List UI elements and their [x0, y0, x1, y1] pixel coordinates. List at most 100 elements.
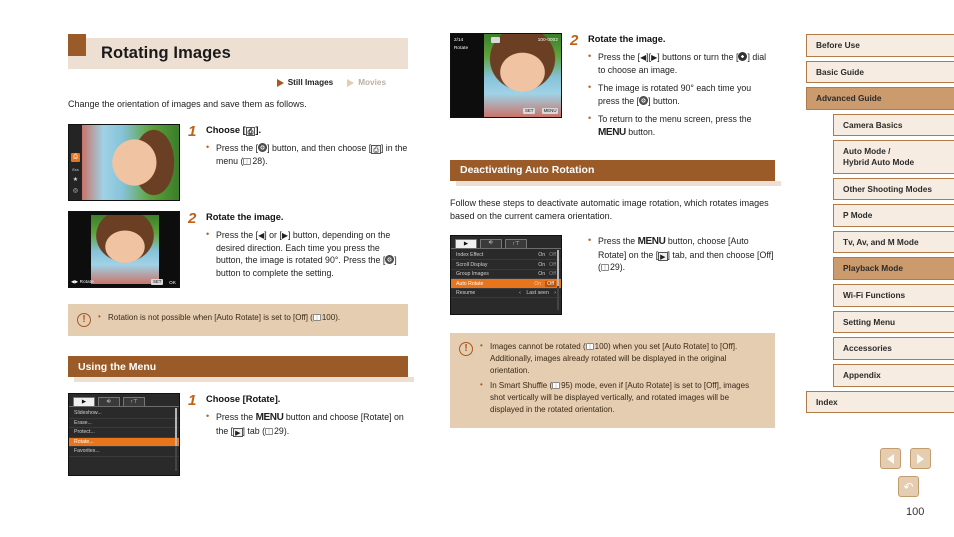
- sidebar-item-basic-guide[interactable]: Basic Guide: [806, 60, 954, 84]
- step-number: 2: [570, 32, 579, 49]
- rotate-mode-label: Rotate: [454, 45, 469, 50]
- section-header-using-the-menu: Using the Menu: [68, 356, 414, 383]
- page-ref-icon: [585, 342, 594, 350]
- media-still-images: Still Images: [276, 78, 333, 87]
- right-arrow-icon: [917, 453, 924, 464]
- page-ref-icon: [265, 428, 274, 436]
- photo-thumbnail: [82, 125, 179, 201]
- page-navigation: [880, 448, 931, 469]
- screenshot-rotate-edit: ◀▶ Rotate SET OK: [68, 211, 180, 289]
- next-page-button[interactable]: [910, 448, 931, 469]
- triangle-icon: [347, 78, 355, 87]
- sidebar-item-before-use[interactable]: Before Use: [806, 34, 954, 57]
- sidebar-item-tv-av-m-mode[interactable]: Tv, Av, and M Mode: [833, 230, 954, 254]
- page-ref-icon: [243, 157, 252, 165]
- middle-column: 2/14 Rotate 100-0002 SET MENU 2 Rotate t…: [450, 0, 781, 428]
- setup-tab: ↑⊤: [505, 238, 527, 248]
- sidebar-item-wifi-functions[interactable]: Wi-Fi Functions: [833, 284, 954, 307]
- step-right-block: 2/14 Rotate 100-0002 SET MENU 2 Rotate t…: [450, 33, 775, 146]
- battery-icon: [491, 37, 500, 43]
- step-1-bullets: Press the [] button, and then choose [⎙]…: [206, 141, 408, 167]
- media-type-indicators: Still Images Movies: [68, 78, 408, 87]
- menu-row: Group Images On Off: [451, 270, 561, 280]
- intro-paragraph: Change the orientation of images and sav…: [68, 99, 307, 109]
- rotate-icon: ⎙: [371, 145, 381, 155]
- caution-box-left: ! Rotation is not possible when [Auto Ro…: [68, 304, 408, 337]
- previous-page-button[interactable]: [880, 448, 901, 469]
- home-button[interactable]: ↶: [898, 476, 919, 497]
- step-right-heading: Rotate the image.: [588, 34, 666, 44]
- star-icon: ★: [72, 177, 79, 184]
- page-ref-icon: [600, 264, 609, 272]
- deactivating-intro: Follow these steps to deactivate automat…: [450, 197, 769, 221]
- menu-scrollbar: [557, 249, 559, 310]
- menu-rows: Slideshow... Erase... Protect... Rotate.…: [69, 407, 179, 457]
- bullet-item: Press the [◀] or [▶] button, depending o…: [206, 228, 408, 279]
- menu-row-selected: Rotate...: [69, 437, 179, 448]
- menu-row: Scroll Display On Off: [451, 260, 561, 270]
- func-set-icon: [639, 95, 649, 105]
- menu-row: Index Effect On Off: [451, 251, 561, 261]
- chapter-title-bar: Rotating Images: [68, 34, 408, 69]
- sidebar-item-playback-mode[interactable]: Playback Mode: [833, 257, 954, 281]
- menu-row-selected: Auto Rotate On Off: [451, 279, 561, 289]
- chapter-marker-square: [68, 34, 86, 56]
- sidebar-item-p-mode[interactable]: P Mode: [833, 204, 954, 227]
- exclamation-icon: !: [77, 313, 91, 328]
- ok-label: OK: [169, 280, 176, 286]
- step-number: 2: [188, 210, 197, 228]
- sidebar-item-index[interactable]: Index: [806, 390, 954, 414]
- left-column: Rotating Images Still Images Movies Chan…: [68, 0, 414, 477]
- caution-box-right: ! Images cannot be rotated (100) when yo…: [450, 332, 775, 428]
- play-tab-icon: ▶: [233, 428, 243, 438]
- step-1-heading: Choose [⎙].: [206, 125, 262, 137]
- camera-menu-auto-rotate: ▶ ⎆ ↑⊤ Index Effect On Off Scroll Display O…: [450, 234, 562, 315]
- left-arrow-icon: ◀: [258, 231, 265, 241]
- sidebar-item-advanced-guide[interactable]: Advanced Guide: [806, 87, 954, 110]
- bullet-item: Press the MENU button and choose [Rotate…: [206, 410, 408, 438]
- erase-icon: Era: [72, 167, 79, 173]
- sidebar-item-auto-mode[interactable]: Auto Mode / Hybrid Auto Mode: [833, 140, 954, 174]
- menu-row: Slideshow...: [69, 409, 179, 419]
- menu-row: Favorites...: [69, 447, 179, 457]
- using-menu-step-heading: Choose [Rotate].: [206, 394, 281, 405]
- menu-rows: Index Effect On Off Scroll Display On Off Gr…: [451, 249, 561, 299]
- menu-badge: MENU: [542, 108, 558, 114]
- file-number: 100-0002: [537, 37, 558, 42]
- camera-screen-playback-func: ⎙ Era ★ ◎: [68, 124, 180, 202]
- setup-tab: ↑⊤: [123, 397, 145, 407]
- exclamation-icon: !: [459, 341, 473, 356]
- using-menu-bullets: Press the MENU button and choose [Rotate…: [206, 410, 408, 438]
- scrollbar-thumb: [175, 408, 177, 446]
- sidebar-item-other-shooting-modes[interactable]: Other Shooting Modes: [833, 177, 954, 201]
- caution-item: In Smart Shuffle (95) mode, even if [Aut…: [480, 379, 764, 416]
- deactivating-step-block: ▶ ⎆ ↑⊤ Index Effect On Off Scroll Display O…: [450, 234, 775, 315]
- right-arrow-icon: ▶: [281, 231, 288, 241]
- func-set-icon: [258, 143, 268, 153]
- step-2-block: ◀▶ Rotate SET OK 2 Rotate the image. Pre…: [68, 210, 408, 289]
- sidebar-item-accessories[interactable]: Accessories: [833, 337, 954, 360]
- rotate-hint-label: ◀▶ Rotate: [71, 279, 94, 285]
- deactivating-bullets: Press the MENU button, choose [Auto Rota…: [588, 234, 775, 274]
- screenshot-auto-rotate-menu: ▶ ⎆ ↑⊤ Index Effect On Off Scroll Display O…: [450, 234, 562, 315]
- caution-list: Rotation is not possible when [Auto Rota…: [98, 311, 397, 327]
- menu-row: Erase...: [69, 419, 179, 429]
- step-2-bullets: Press the [◀] or [▶] button, depending o…: [206, 228, 408, 279]
- manual-page: Rotating Images Still Images Movies Chan…: [0, 0, 954, 537]
- print-icon: ◎: [72, 188, 79, 195]
- navigation-sidebar: Before Use Basic Guide Advanced Guide Ca…: [806, 34, 954, 417]
- screenshot-playback-menu: ▶ ⎆ ↑⊤ Slideshow... Erase... Protect... …: [68, 393, 180, 477]
- sidebar-item-camera-basics[interactable]: Camera Basics: [833, 113, 954, 137]
- caution-item: Rotation is not possible when [Auto Rota…: [98, 311, 397, 324]
- step-number: 1: [188, 123, 197, 141]
- step-number: 1: [188, 392, 197, 410]
- triangle-icon: [276, 78, 284, 87]
- rotate-icon: ⎙: [71, 153, 80, 163]
- sidebar-item-setting-menu[interactable]: Setting Menu: [833, 310, 954, 334]
- sidebar-item-appendix[interactable]: Appendix: [833, 363, 954, 387]
- menu-scrollbar: [175, 408, 177, 472]
- section-header-deactivating-auto-rotation: Deactivating Auto Rotation: [450, 159, 781, 186]
- set-badge: SET: [151, 279, 163, 286]
- camera-screen-rotate-edit: ◀▶ Rotate SET OK: [68, 211, 180, 289]
- media-movies: Movies: [347, 78, 386, 87]
